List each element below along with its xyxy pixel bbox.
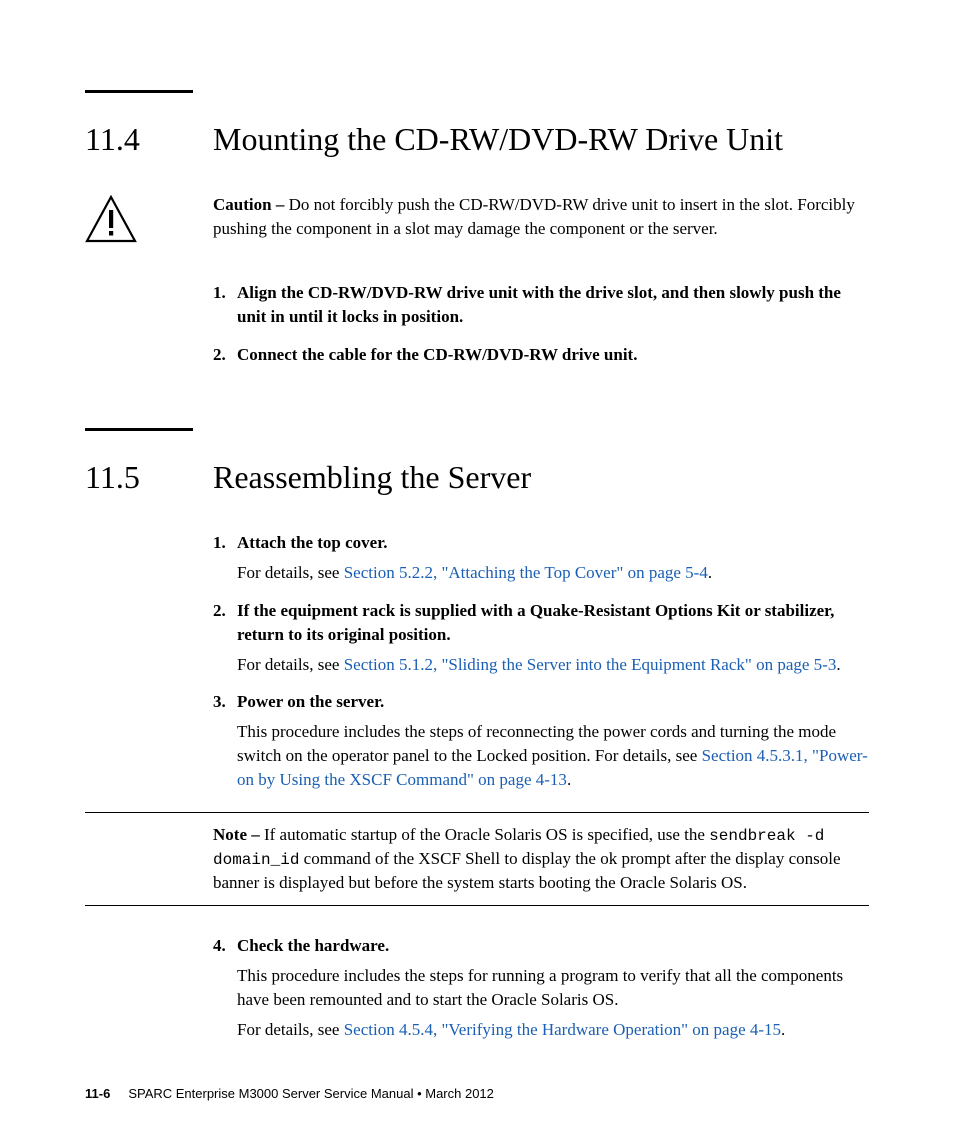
- note-post: command of the XSCF Shell to display the…: [213, 849, 841, 892]
- section-rule: [85, 90, 193, 93]
- step-text: Check the hardware.: [237, 936, 389, 955]
- step-text: Connect the cable for the CD-RW/DVD-RW d…: [237, 345, 637, 364]
- section-title: Mounting the CD-RW/DVD-RW Drive Unit: [213, 119, 783, 159]
- section-number: 11.4: [85, 119, 213, 159]
- step-text: If the equipment rack is supplied with a…: [237, 601, 834, 644]
- step-item: 4. Check the hardware. This procedure in…: [213, 934, 869, 1041]
- caution-icon: [85, 193, 213, 243]
- section-heading-11-5: 11.5 Reassembling the Server: [85, 457, 869, 497]
- step-detail: For details, see Section 5.2.2, "Attachi…: [237, 561, 869, 585]
- note-rule-bottom: [85, 905, 869, 906]
- note-block: Note – If automatic startup of the Oracl…: [213, 823, 869, 896]
- xref-link[interactable]: Section 4.5.4, "Verifying the Hardware O…: [344, 1020, 781, 1039]
- section-rule: [85, 428, 193, 431]
- step-item: 3. Power on the server. This procedure i…: [213, 690, 869, 791]
- step-text: Attach the top cover.: [237, 533, 387, 552]
- step-number: 2.: [213, 599, 237, 676]
- page-footer: 11-6 SPARC Enterprise M3000 Server Servic…: [85, 1086, 869, 1101]
- step-number: 4.: [213, 934, 237, 1041]
- step-detail: For details, see Section 5.1.2, "Sliding…: [237, 653, 869, 677]
- step-detail: For details, see Section 4.5.4, "Verifyi…: [237, 1018, 869, 1042]
- note-pre: If automatic startup of the Oracle Solar…: [260, 825, 709, 844]
- note-rule-top: [85, 812, 869, 813]
- note-label: Note –: [213, 825, 260, 844]
- step-paragraph: This procedure includes the steps for ru…: [237, 964, 869, 1012]
- xref-link[interactable]: Section 5.2.2, "Attaching the Top Cover"…: [344, 563, 708, 582]
- step-item: 1. Attach the top cover. For details, se…: [213, 531, 869, 585]
- page-number: 11-6: [85, 1086, 110, 1101]
- footer-title: SPARC Enterprise M3000 Server Service Ma…: [128, 1086, 494, 1101]
- caution-label: Caution –: [213, 195, 284, 214]
- caution-text: Caution – Do not forcibly push the CD-RW…: [213, 193, 869, 241]
- step-text: Power on the server.: [237, 692, 384, 711]
- section-heading-11-4: 11.4 Mounting the CD-RW/DVD-RW Drive Uni…: [85, 119, 869, 159]
- caution-block: Caution – Do not forcibly push the CD-RW…: [85, 193, 869, 243]
- step-detail: This procedure includes the steps of rec…: [237, 720, 869, 791]
- xref-link[interactable]: Section 5.1.2, "Sliding the Server into …: [344, 655, 837, 674]
- section-number: 11.5: [85, 457, 213, 497]
- steps-11-5-cont: 4. Check the hardware. This procedure in…: [213, 934, 869, 1041]
- step-number: 3.: [213, 690, 237, 791]
- page-content: 11.4 Mounting the CD-RW/DVD-RW Drive Uni…: [0, 0, 954, 1041]
- step-number: 1.: [213, 281, 237, 329]
- step-item: 2. If the equipment rack is supplied wit…: [213, 599, 869, 676]
- step-text: Align the CD-RW/DVD-RW drive unit with t…: [237, 283, 841, 326]
- steps-11-4: 1. Align the CD-RW/DVD-RW drive unit wit…: [213, 281, 869, 366]
- caution-body: Do not forcibly push the CD-RW/DVD-RW dr…: [213, 195, 855, 238]
- step-number: 2.: [213, 343, 237, 367]
- step-item: 1. Align the CD-RW/DVD-RW drive unit wit…: [213, 281, 869, 329]
- steps-11-5: 1. Attach the top cover. For details, se…: [213, 531, 869, 791]
- section-title: Reassembling the Server: [213, 457, 531, 497]
- step-item: 2. Connect the cable for the CD-RW/DVD-R…: [213, 343, 869, 367]
- step-number: 1.: [213, 531, 237, 585]
